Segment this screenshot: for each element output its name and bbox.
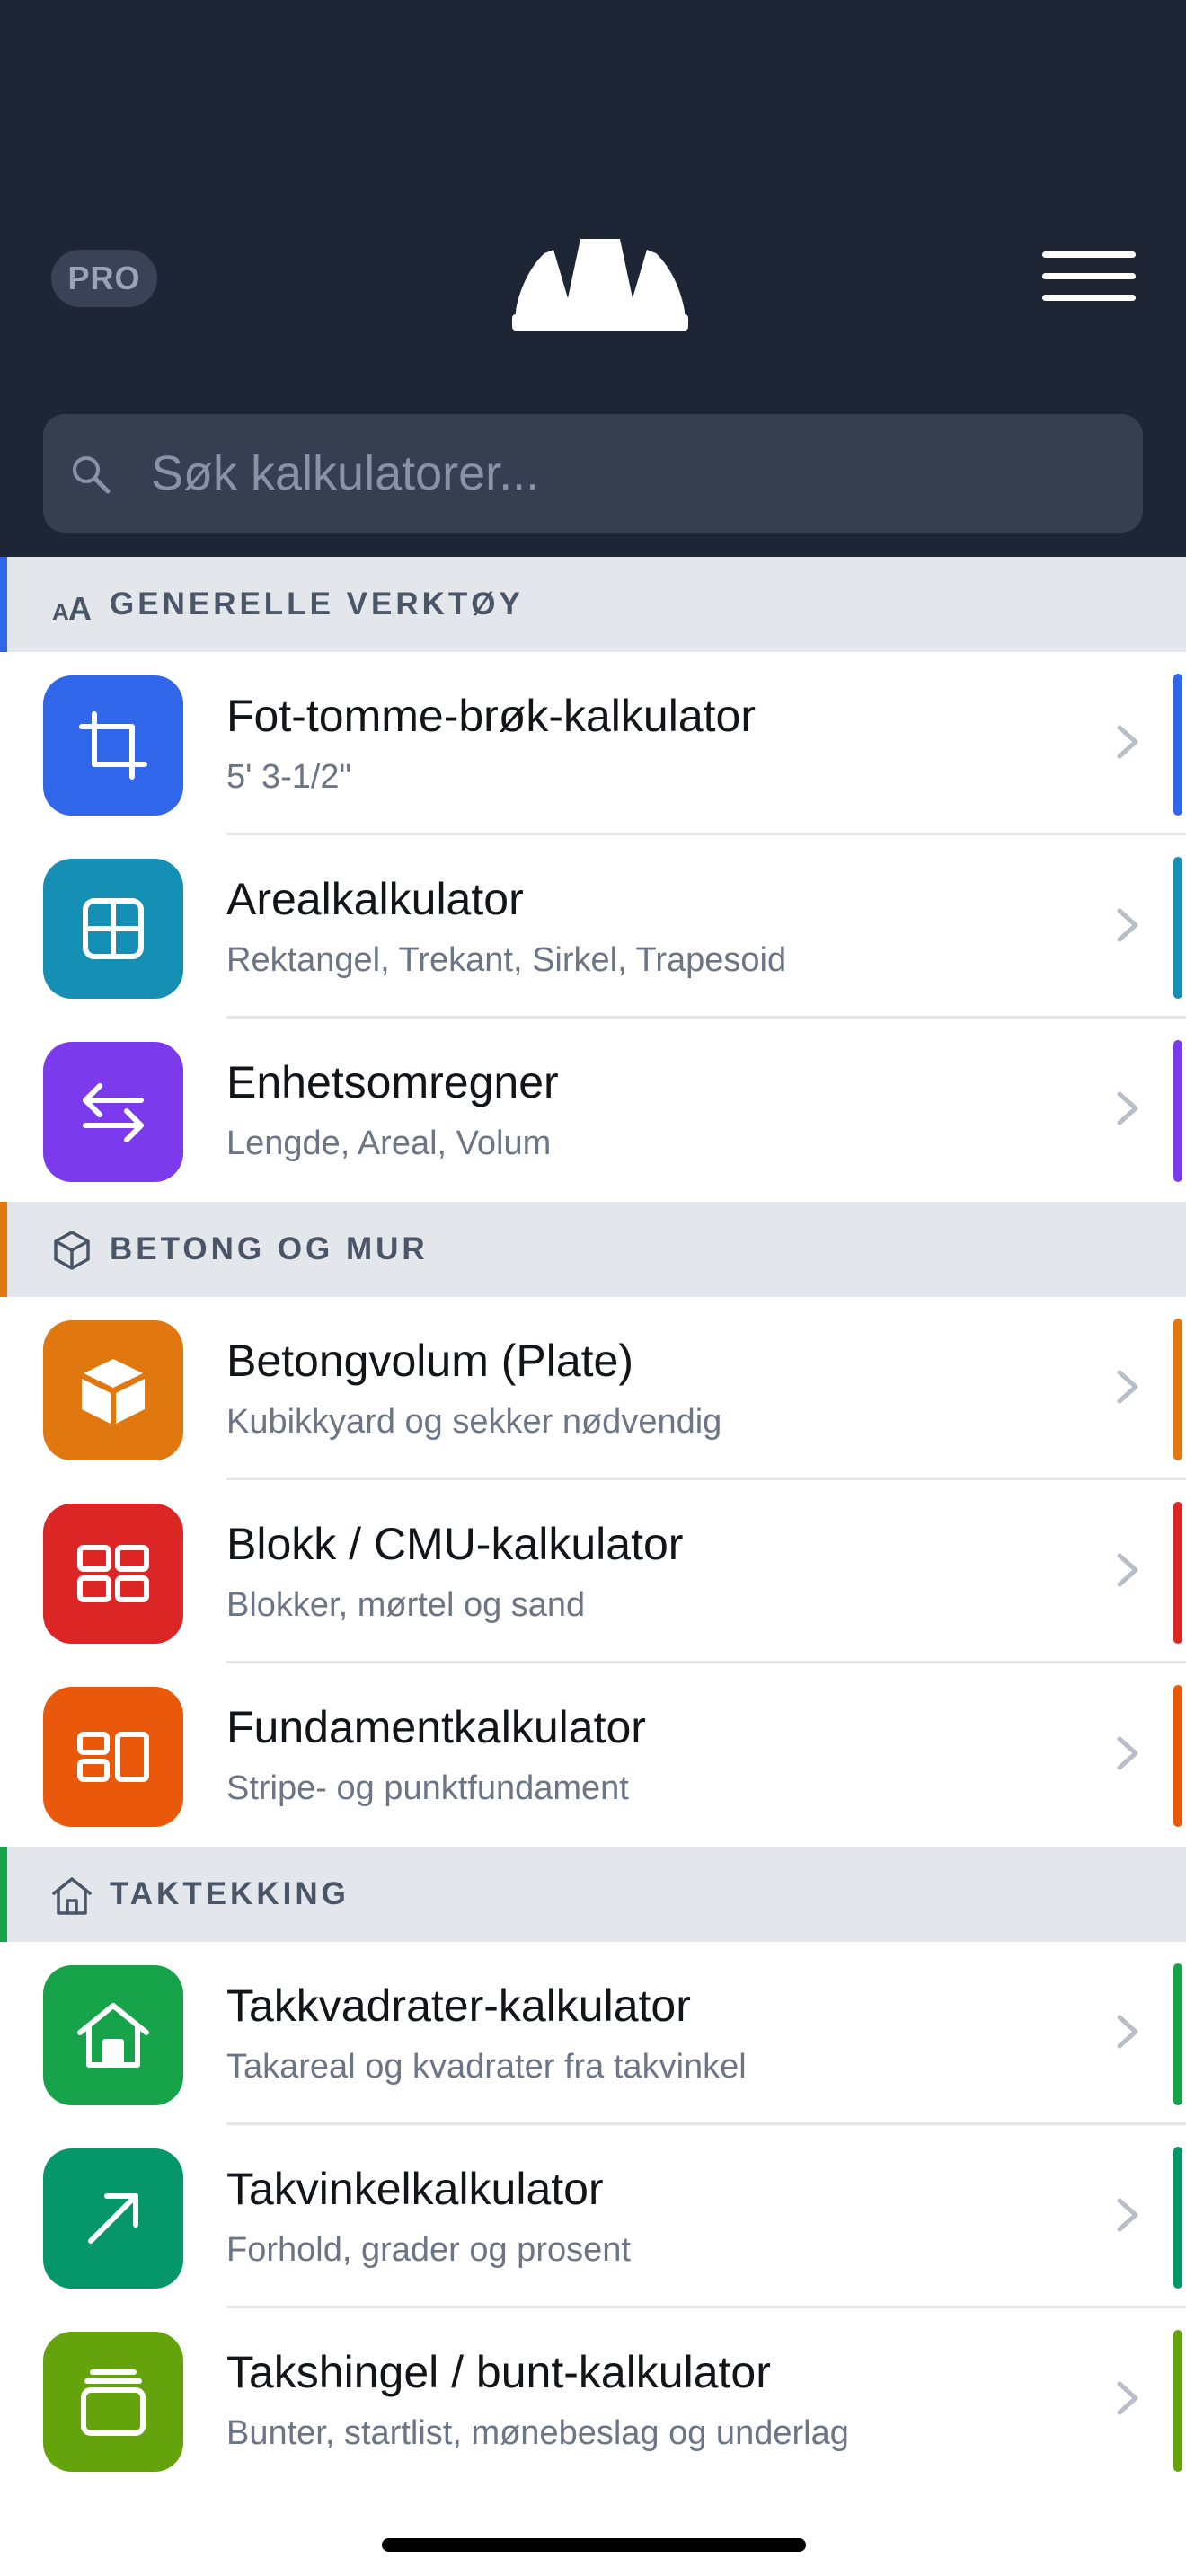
tile [43,1687,183,1827]
item-title: Takkvadrater-kalkulator [226,1981,691,2031]
tile [43,2332,183,2472]
section-header-betong-og-mur: BETONG OG MUR [0,1202,1186,1297]
item-title: Arealkalkulator [226,874,524,924]
hamburger-menu-icon [1042,251,1136,258]
tile [43,1320,183,1460]
item-title: Takshingel / bunt-kalkulator [226,2347,771,2397]
list-item-fot-tomme-brok[interactable]: Fot-tomme-brøk-kalkulator 5' 3-1/2" [0,652,1186,835]
search-bar[interactable] [43,414,1143,533]
list-item-arealkalkulator[interactable]: Arealkalkulator Rektangel, Trekant, Sirk… [0,835,1186,1019]
item-title: Takvinkelkalkulator [226,2164,604,2214]
section-title: GENERELLE VERKTØY [110,587,524,622]
search-icon [73,456,111,494]
section-header-taktekking: TAKTEKKING [0,1847,1186,1942]
item-subtitle: 5' 3-1/2" [226,758,352,796]
section-title: TAKTEKKING [110,1876,350,1911]
home-indicator[interactable] [382,2538,806,2552]
list-item-takvinkel[interactable]: Takvinkelkalkulator Forhold, grader og p… [0,2125,1186,2308]
item-title: Fundamentkalkulator [226,1702,646,1752]
tile [43,1504,183,1644]
list-item-blokk-cmu[interactable]: Blokk / CMU-kalkulator Blokker, mørtel o… [0,1480,1186,1663]
text-size-icon: A A [52,590,92,627]
grid-icon [83,898,144,959]
house-outline-icon [52,1877,92,1915]
accent-bar [1173,1319,1182,1460]
item-subtitle: Bunter, startlist, mønebeslag og underla… [226,2414,849,2452]
list-item-enhetsomregner[interactable]: Enhetsomregner Lengde, Areal, Volum [0,1019,1186,1202]
arrow-up-right-icon [88,2193,138,2244]
chevron-right-icon [1117,908,1138,942]
chevron-right-icon [1117,1736,1138,1770]
swap-arrows-icon [83,1083,144,1142]
stack-icon [81,2369,146,2436]
chevron-right-icon [1117,1091,1138,1125]
tile [43,1965,183,2105]
app-header: PRO [0,0,1186,557]
chevron-right-icon [1117,725,1138,759]
hard-hat-icon [512,239,688,331]
accent-bar [1173,674,1182,816]
chevron-right-icon [1117,2381,1138,2415]
chevron-right-icon [1117,1553,1138,1587]
item-subtitle: Stripe- og punktfundament [226,1769,629,1807]
section-title: BETONG OG MUR [110,1231,429,1266]
item-title: Betongvolum (Plate) [226,1336,634,1386]
item-subtitle: Forhold, grader og prosent [226,2231,631,2269]
tile [43,1042,183,1182]
accent-bar [1173,1963,1182,2105]
svg-text:A: A [52,598,69,625]
box-icon [82,1359,145,1424]
tile [43,859,183,999]
house-icon [77,2003,149,2068]
search-input[interactable] [151,414,1121,533]
item-title: Blokk / CMU-kalkulator [226,1519,684,1569]
item-subtitle: Blokker, mørtel og sand [226,1586,586,1624]
item-subtitle: Rektangel, Trekant, Sirkel, Trapesoid [226,941,787,979]
crop-icon [79,711,147,780]
list-item-betongvolum[interactable]: Betongvolum (Plate) Kubikkyard og sekker… [0,1297,1186,1480]
item-subtitle: Lengde, Areal, Volum [226,1125,552,1162]
accent-bar [1173,2147,1182,2289]
item-subtitle: Takareal og kvadrater fra takvinkel [226,2048,747,2086]
tile [43,675,183,816]
blocks-icon [77,1545,149,1602]
chevron-right-icon [1117,2198,1138,2232]
accent-bar [1173,1040,1182,1182]
cube-icon [54,1231,90,1270]
tile [43,2148,183,2289]
list-item-fundamentkalkulator[interactable]: Fundamentkalkulator Stripe- og punktfund… [0,1663,1186,1847]
accent-bar [1173,1685,1182,1827]
chevron-right-icon [1117,1370,1138,1404]
item-title: Enhetsomregner [226,1057,559,1107]
foundation-icon [77,1732,149,1782]
list-item-takkvadrater[interactable]: Takkvadrater-kalkulator Takareal og kvad… [0,1942,1186,2125]
item-title: Fot-tomme-brøk-kalkulator [226,691,756,741]
list-item-takshingel[interactable]: Takshingel / bunt-kalkulator Bunter, sta… [0,2308,1186,2492]
item-subtitle: Kubikkyard og sekker nødvendig [226,1403,722,1441]
section-header-generelle-verktoy: A A GENERELLE VERKTØY [0,557,1186,652]
pro-badge[interactable]: PRO [51,250,157,307]
accent-bar [1173,2330,1182,2472]
svg-text:A: A [68,590,92,627]
chevron-right-icon [1117,2015,1138,2049]
accent-bar [1173,857,1182,999]
accent-bar [1173,1502,1182,1644]
menu-button[interactable] [1042,251,1136,304]
